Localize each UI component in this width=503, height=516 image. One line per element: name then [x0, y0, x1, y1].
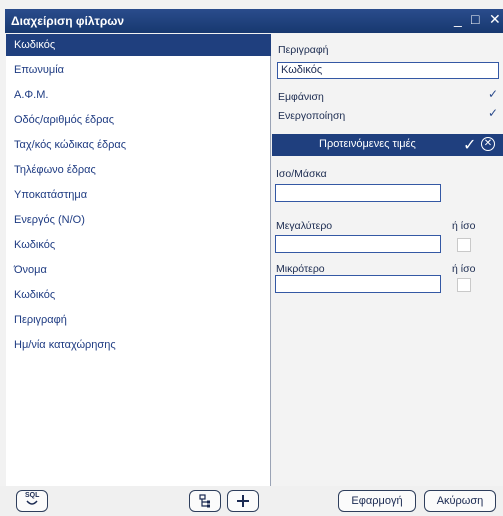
tree-view-button[interactable]	[189, 490, 221, 512]
suggested-values-header: Προτεινόμενες τιμές ✓ ✕	[272, 134, 503, 156]
field-item[interactable]: Τηλέφωνο έδρας	[6, 159, 271, 181]
tree-icon	[199, 494, 210, 508]
check-icon[interactable]: ✓	[463, 135, 476, 155]
close-icon[interactable]: ✕	[489, 12, 501, 26]
filter-manager-window: Διαχείριση φίλτρων _ □ ✕ Κωδικός Επωνυμί…	[0, 0, 503, 516]
field-item-label: Υποκατάστημα	[14, 189, 88, 201]
equal-mask-label: Ισο/Μάσκα	[276, 168, 327, 180]
greater-field[interactable]	[275, 235, 441, 253]
field-item[interactable]: Κωδικός	[6, 34, 271, 56]
cancel-button[interactable]: Ακύρωση	[424, 490, 496, 512]
less-or-equal-checkbox[interactable]	[457, 278, 471, 292]
plus-icon	[237, 495, 249, 507]
field-item-label: Περιγραφή	[14, 314, 67, 326]
field-item[interactable]: Επωνυμία	[6, 59, 271, 81]
field-item-label: Όνομα	[14, 264, 47, 276]
sql-button[interactable]: SQL	[16, 490, 48, 512]
apply-button[interactable]: Εφαρμογή	[338, 490, 416, 512]
description-field[interactable]: Κωδικός	[277, 62, 499, 79]
field-item[interactable]: Όνομα	[6, 259, 271, 281]
maximize-icon[interactable]: □	[471, 12, 479, 26]
visibility-checkbox[interactable]	[487, 87, 501, 104]
field-item-label: Κωδικός	[14, 39, 56, 51]
field-item[interactable]: Κωδικός	[6, 284, 271, 306]
title-bar[interactable]: Διαχείριση φίλτρων _ □ ✕	[5, 9, 503, 33]
field-item-label: Ταχ/κός κώδικας έδρας	[14, 139, 127, 151]
less-label: Μικρότερο	[276, 263, 325, 275]
greater-label: Μεγαλύτερο	[276, 220, 333, 232]
less-field[interactable]	[275, 275, 441, 293]
field-item[interactable]: Περιγραφή	[6, 309, 271, 331]
field-item[interactable]: Οδός/αριθμός έδρας	[6, 109, 271, 131]
field-item-label: Α.Φ.Μ.	[14, 89, 49, 101]
suggested-values-title: Προτεινόμενες τιμές	[319, 138, 416, 150]
close-circle-icon[interactable]: ✕	[481, 137, 495, 151]
field-item-label: Οδός/αριθμός έδρας	[14, 114, 115, 126]
field-item[interactable]: Κωδικός	[6, 234, 271, 256]
field-item-label: Ενεργός (Ν/Ο)	[14, 214, 85, 226]
field-item[interactable]: Ενεργός (Ν/Ο)	[6, 209, 271, 231]
active-checkbox[interactable]	[487, 106, 501, 123]
add-button[interactable]	[227, 490, 259, 512]
field-item[interactable]: Α.Φ.Μ.	[6, 84, 271, 106]
window-title: Διαχείριση φίλτρων	[11, 14, 125, 28]
active-label: Ενεργοποίηση	[278, 110, 346, 122]
less-or-equal-label: ή ίσο	[452, 263, 476, 275]
field-item-label: Επωνυμία	[14, 64, 65, 76]
field-item[interactable]: Ταχ/κός κώδικας έδρας	[6, 134, 271, 156]
field-item-label: Κωδικός	[14, 289, 56, 301]
bottom-toolbar: SQL Εφαρμογή Ακύρωση	[0, 486, 503, 516]
visibility-label: Εμφάνιση	[278, 91, 324, 103]
greater-or-equal-checkbox[interactable]	[457, 238, 471, 252]
field-item-label: Τηλέφωνο έδρας	[14, 164, 96, 176]
field-item[interactable]: Ημ/νία καταχώρησης	[6, 334, 271, 356]
greater-or-equal-label: ή ίσο	[452, 220, 476, 232]
field-list: Κωδικός Επωνυμία Α.Φ.Μ. Οδός/αριθμός έδρ…	[6, 34, 271, 486]
sql-label: SQL	[25, 492, 40, 499]
sql-icon	[26, 500, 38, 505]
field-item-label: Ημ/νία καταχώρησης	[14, 339, 116, 351]
description-label: Περιγραφή	[278, 44, 329, 56]
field-item[interactable]: Υποκατάστημα	[6, 184, 271, 206]
field-item-label: Κωδικός	[14, 239, 56, 251]
filter-details-panel: Περιγραφή Κωδικός Εμφάνιση Ενεργοποίηση …	[272, 34, 503, 486]
minimize-icon[interactable]: _	[454, 12, 462, 26]
equal-mask-field[interactable]	[275, 184, 441, 202]
